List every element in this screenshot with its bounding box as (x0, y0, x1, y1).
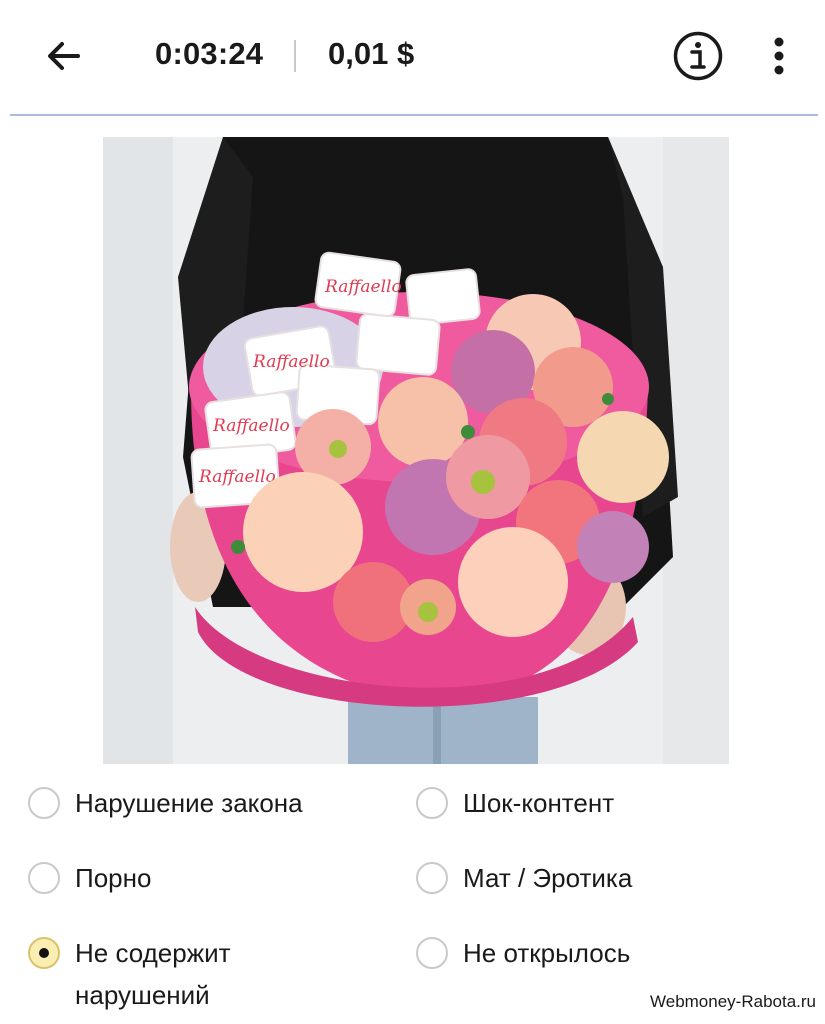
option-shock-content[interactable]: Шок-контент (416, 787, 614, 824)
info-circle-icon (673, 31, 723, 81)
radio-no-violations[interactable] (28, 937, 60, 969)
candy-label-1: Raffaello (324, 277, 402, 297)
candy-label-4: Raffaello (198, 467, 276, 487)
radio-shock-content[interactable] (416, 787, 448, 819)
candy-label-3: Raffaello (212, 416, 290, 436)
arrow-left-icon (48, 42, 80, 70)
radio-did-not-open[interactable] (416, 937, 448, 969)
task-timer: 0:03:24 (155, 36, 264, 71)
radio-obscene-erotica[interactable] (416, 862, 448, 894)
radio-porn[interactable] (28, 862, 60, 894)
watermark: Webmoney-Rabota.ru (650, 992, 816, 1011)
more-menu-button[interactable] (764, 34, 794, 80)
option-law-violation[interactable]: Нарушение закона (28, 787, 303, 824)
candy-label-2: Raffaello (252, 352, 330, 372)
info-button[interactable] (672, 30, 724, 82)
task-price: 0,01 $ (328, 36, 415, 71)
header-separator (294, 40, 296, 72)
option-label: Нарушение закона (75, 788, 303, 818)
option-no-violations[interactable]: Не содержит нарушений (28, 937, 231, 1016)
option-label: Мат / Эротика (463, 863, 633, 893)
header-divider (10, 114, 818, 116)
radio-law-violation[interactable] (28, 787, 60, 819)
back-button[interactable] (40, 32, 88, 80)
option-label: Шок-контент (463, 788, 615, 818)
more-vertical-icon (774, 37, 784, 75)
option-label: Не открылось (463, 938, 631, 968)
option-label: Не содержит нарушений (75, 938, 231, 1010)
option-porn[interactable]: Порно (28, 862, 151, 899)
option-obscene-erotica[interactable]: Мат / Эротика (416, 862, 632, 899)
option-label: Порно (75, 863, 152, 893)
top-bar: 0:03:24 0,01 $ (0, 0, 825, 114)
content-image: Raffaello Raffaello Raffaello Raffaello (103, 137, 729, 764)
option-did-not-open[interactable]: Не открылось (416, 937, 630, 974)
